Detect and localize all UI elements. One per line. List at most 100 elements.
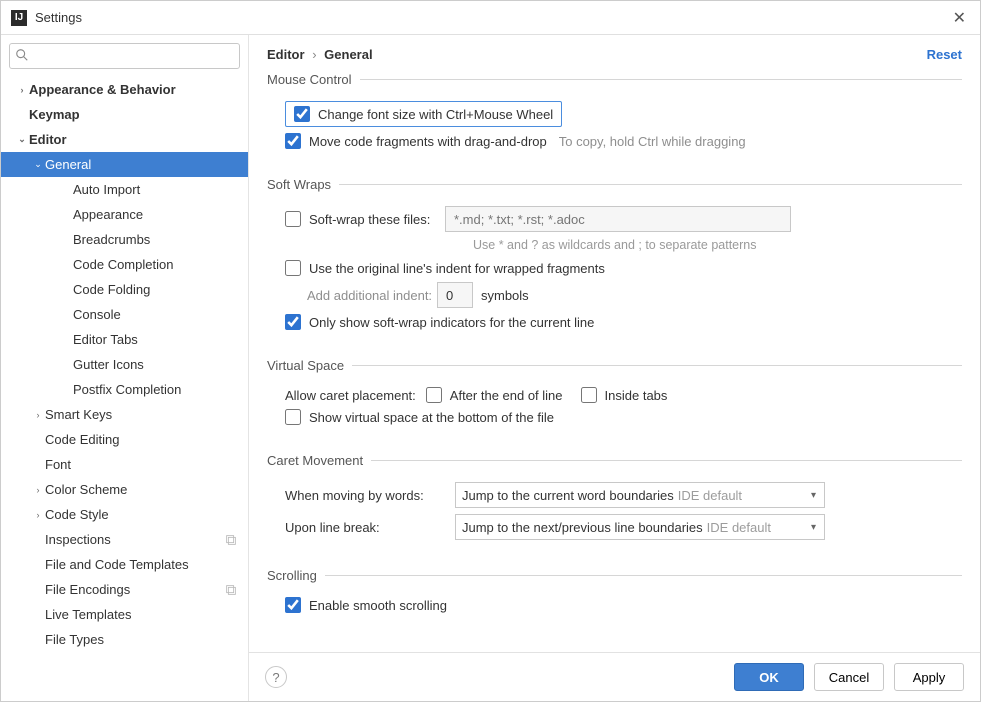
tree-item-label: Editor xyxy=(29,132,238,147)
after-eol-checkbox[interactable] xyxy=(426,387,442,403)
softwrap-files-field[interactable] xyxy=(445,206,791,232)
by-words-value: Jump to the current word boundaries xyxy=(462,488,674,503)
tree-item-file-and-code-templates[interactable]: File and Code Templates xyxy=(1,552,248,577)
line-break-label: Upon line break: xyxy=(285,520,455,535)
apply-button[interactable]: Apply xyxy=(894,663,964,691)
tree-item-smart-keys[interactable]: ›Smart Keys xyxy=(1,402,248,427)
tree-item-console[interactable]: Console xyxy=(1,302,248,327)
tree-item-label: File and Code Templates xyxy=(45,557,238,572)
tree-item-live-templates[interactable]: Live Templates xyxy=(1,602,248,627)
line-break-value: Jump to the next/previous line boundarie… xyxy=(462,520,703,535)
tree-item-code-editing[interactable]: Code Editing xyxy=(1,427,248,452)
section-virtual-space: Virtual Space Allow caret placement: Aft… xyxy=(267,358,962,431)
tree-item-postfix-completion[interactable]: Postfix Completion xyxy=(1,377,248,402)
softwrap-files-checkbox[interactable] xyxy=(285,211,301,227)
smooth-scrolling-checkbox[interactable] xyxy=(285,597,301,613)
help-icon[interactable]: ? xyxy=(265,666,287,688)
softwrap-files-label[interactable]: Soft-wrap these files: xyxy=(309,212,439,227)
show-bottom-checkbox[interactable] xyxy=(285,409,301,425)
tree-item-inspections[interactable]: Inspections xyxy=(1,527,248,552)
after-eol-label[interactable]: After the end of line xyxy=(450,388,563,403)
title-bar: IJ Settings ✕ xyxy=(1,1,980,35)
chevron-icon: ⌄ xyxy=(15,134,29,145)
tree-item-label: Breadcrumbs xyxy=(73,232,238,247)
smooth-scrolling-label[interactable]: Enable smooth scrolling xyxy=(309,598,447,613)
close-icon[interactable]: ✕ xyxy=(949,8,970,28)
tree-item-code-style[interactable]: ›Code Style xyxy=(1,502,248,527)
tree-item-label: Console xyxy=(73,307,238,322)
section-title: Mouse Control xyxy=(267,72,360,87)
move-fragments-checkbox[interactable] xyxy=(285,133,301,149)
only-show-indicators-checkbox[interactable] xyxy=(285,314,301,330)
section-title: Virtual Space xyxy=(267,358,352,373)
settings-tree: ›Appearance & BehaviorKeymap⌄Editor⌄Gene… xyxy=(1,75,248,701)
tree-item-label: Inspections xyxy=(45,532,220,547)
move-fragments-label[interactable]: Move code fragments with drag-and-drop xyxy=(309,134,547,149)
tree-item-label: Color Scheme xyxy=(45,482,238,497)
chevron-icon: › xyxy=(31,510,45,520)
wildcard-hint: Use * and ? as wildcards and ; to separa… xyxy=(473,238,962,252)
dialog-footer: ? OK Cancel Apply xyxy=(249,652,980,701)
chevron-right-icon: › xyxy=(308,47,320,62)
tree-item-file-encodings[interactable]: File Encodings xyxy=(1,577,248,602)
show-bottom-label[interactable]: Show virtual space at the bottom of the … xyxy=(309,410,554,425)
tree-item-label: Live Templates xyxy=(45,607,238,622)
tree-item-label: Code Folding xyxy=(73,282,238,297)
scheme-icon xyxy=(224,583,238,597)
window-title: Settings xyxy=(35,10,949,25)
move-fragments-hint: To copy, hold Ctrl while dragging xyxy=(559,134,746,149)
tree-item-code-folding[interactable]: Code Folding xyxy=(1,277,248,302)
chevron-icon: ⌄ xyxy=(31,159,45,170)
tree-item-auto-import[interactable]: Auto Import xyxy=(1,177,248,202)
section-title: Soft Wraps xyxy=(267,177,339,192)
tree-item-gutter-icons[interactable]: Gutter Icons xyxy=(1,352,248,377)
section-caret-movement: Caret Movement When moving by words: Jum… xyxy=(267,453,962,546)
app-icon: IJ xyxy=(11,10,27,26)
tree-item-keymap[interactable]: Keymap xyxy=(1,102,248,127)
tree-item-font[interactable]: Font xyxy=(1,452,248,477)
cancel-button[interactable]: Cancel xyxy=(814,663,884,691)
sidebar: ›Appearance & BehaviorKeymap⌄Editor⌄Gene… xyxy=(1,35,249,701)
tree-item-label: Keymap xyxy=(29,107,238,122)
breadcrumb: Editor › General xyxy=(267,47,927,62)
tree-item-editor[interactable]: ⌄Editor xyxy=(1,127,248,152)
tree-item-label: Postfix Completion xyxy=(73,382,238,397)
use-original-indent-checkbox[interactable] xyxy=(285,260,301,276)
chevron-icon: › xyxy=(31,485,45,495)
use-original-indent-label[interactable]: Use the original line's indent for wrapp… xyxy=(309,261,605,276)
section-scrolling: Scrolling Enable smooth scrolling xyxy=(267,568,962,619)
tree-item-label: Gutter Icons xyxy=(73,357,238,372)
add-indent-label: Add additional indent: xyxy=(307,288,437,303)
tree-item-label: File Types xyxy=(45,632,238,647)
section-title: Caret Movement xyxy=(267,453,371,468)
only-show-indicators-label[interactable]: Only show soft-wrap indicators for the c… xyxy=(309,315,594,330)
section-title: Scrolling xyxy=(267,568,325,583)
change-font-size-label[interactable]: Change font size with Ctrl+Mouse Wheel xyxy=(318,107,553,122)
change-font-size-checkbox[interactable] xyxy=(294,106,310,122)
by-words-select[interactable]: Jump to the current word boundaries IDE … xyxy=(455,482,825,508)
ok-button[interactable]: OK xyxy=(734,663,804,691)
tree-item-label: Smart Keys xyxy=(45,407,238,422)
add-indent-field[interactable] xyxy=(437,282,473,308)
inside-tabs-checkbox[interactable] xyxy=(581,387,597,403)
reset-link[interactable]: Reset xyxy=(927,47,962,62)
tree-item-breadcrumbs[interactable]: Breadcrumbs xyxy=(1,227,248,252)
inside-tabs-label[interactable]: Inside tabs xyxy=(605,388,668,403)
tree-item-color-scheme[interactable]: ›Color Scheme xyxy=(1,477,248,502)
tree-item-appearance-behavior[interactable]: ›Appearance & Behavior xyxy=(1,77,248,102)
tree-item-label: General xyxy=(45,157,238,172)
tree-item-code-completion[interactable]: Code Completion xyxy=(1,252,248,277)
tree-item-editor-tabs[interactable]: Editor Tabs xyxy=(1,327,248,352)
breadcrumb-root: Editor xyxy=(267,47,305,62)
symbols-label: symbols xyxy=(481,288,529,303)
tree-item-file-types[interactable]: File Types xyxy=(1,627,248,652)
search-input[interactable] xyxy=(9,43,240,69)
section-soft-wraps: Soft Wraps Soft-wrap these files: Use * … xyxy=(267,177,962,336)
tree-item-appearance[interactable]: Appearance xyxy=(1,202,248,227)
tree-item-label: Appearance & Behavior xyxy=(29,82,238,97)
tree-item-label: File Encodings xyxy=(45,582,220,597)
tree-item-general[interactable]: ⌄General xyxy=(1,152,248,177)
tree-item-label: Auto Import xyxy=(73,182,238,197)
line-break-select[interactable]: Jump to the next/previous line boundarie… xyxy=(455,514,825,540)
tree-item-label: Appearance xyxy=(73,207,238,222)
